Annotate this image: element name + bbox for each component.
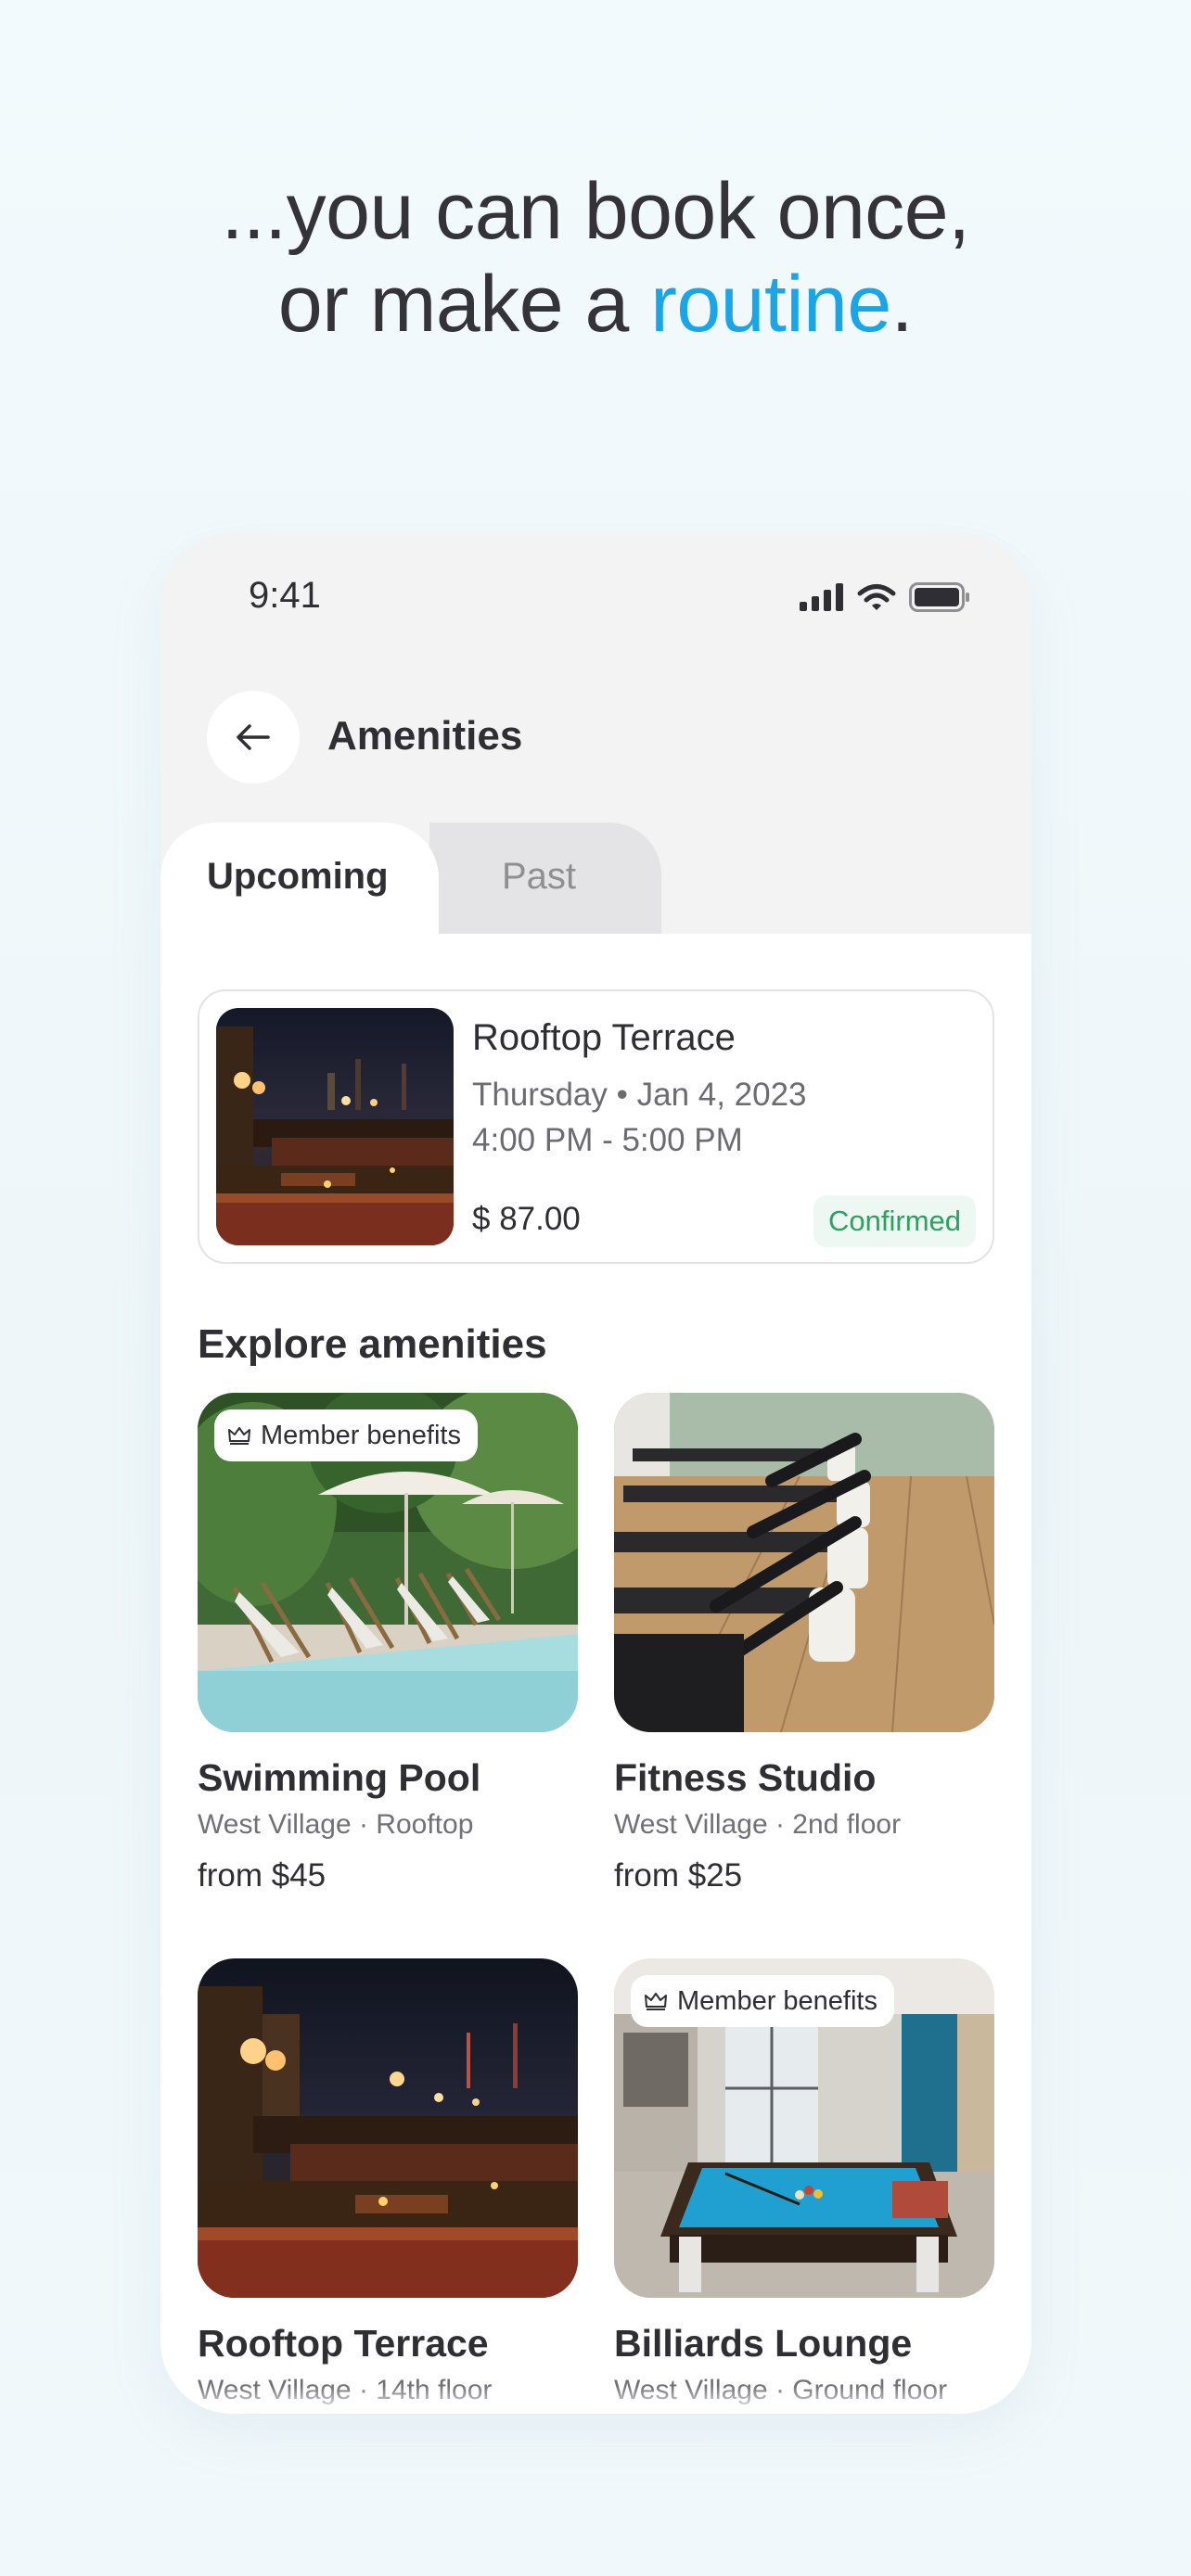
amenity-name: Swimming Pool <box>198 1756 481 1799</box>
booking-thumbnail <box>216 1008 454 1245</box>
member-benefits-label: Member benefits <box>677 1985 877 2016</box>
status-bar: 9:41 <box>160 533 1031 663</box>
status-icons <box>800 581 970 613</box>
status-badge: Confirmed <box>813 1195 976 1247</box>
back-button[interactable] <box>207 691 300 784</box>
amenity-name: Billiards Lounge <box>614 2322 913 2365</box>
member-benefits-label: Member benefits <box>261 1420 461 1450</box>
headline-line-1: ...you can book once, <box>221 167 970 256</box>
status-time: 9:41 <box>249 575 321 616</box>
booking-date: Thursday • Jan 4, 2023 <box>472 1077 807 1113</box>
amenity-card-fitness-studio[interactable]: Fitness Studio West Village · 2nd floor … <box>614 1393 994 1894</box>
headline-prefix: or make a <box>277 260 651 349</box>
amenity-price: from $45 <box>198 1857 327 1894</box>
scroll-fade <box>160 2386 1031 2414</box>
amenity-card-swimming-pool[interactable]: Member benefits Swimming Pool West Villa… <box>198 1393 578 1894</box>
booking-price: $ 87.00 <box>472 1201 581 1237</box>
headline: ...you can book once, or make a routine. <box>0 165 1191 351</box>
amenity-price: from $25 <box>614 1857 743 1894</box>
phone-mockup: 9:41 Amenities Past Upcoming Rooftop Ter… <box>160 533 1031 2414</box>
page-title: Amenities <box>327 713 523 759</box>
member-benefits-badge: Member benefits <box>214 1409 478 1461</box>
amenity-image: Member benefits <box>614 1958 994 2298</box>
tab-bar: Past Upcoming <box>160 823 1031 934</box>
amenity-image: Member benefits <box>198 1393 578 1732</box>
member-benefits-badge: Member benefits <box>631 1975 894 2027</box>
content-area: Rooftop Terrace Thursday • Jan 4, 2023 4… <box>160 934 1031 2414</box>
arrow-left-icon <box>233 717 274 758</box>
amenity-name: Rooftop Terrace <box>198 2322 489 2365</box>
headline-line-2: or make a routine. <box>0 258 1191 351</box>
tab-upcoming[interactable]: Upcoming <box>160 823 439 934</box>
amenity-image <box>198 1958 578 2298</box>
headline-suffix: . <box>890 260 914 349</box>
section-title: Explore amenities <box>198 1321 547 1367</box>
amenity-card-rooftop-terrace[interactable]: Rooftop Terrace West Village · 14th floo… <box>198 1958 578 2406</box>
headline-accent: routine <box>650 260 891 349</box>
crown-icon <box>227 1425 251 1446</box>
amenity-card-billiards-lounge[interactable]: Member benefits Billiards Lounge West Vi… <box>614 1958 994 2406</box>
crown-icon <box>644 1991 668 2011</box>
amenity-location: West Village · Rooftop <box>198 1809 474 1840</box>
battery-icon <box>909 582 970 612</box>
signal-icon <box>800 583 844 611</box>
tab-past[interactable]: Past <box>429 823 661 934</box>
amenity-location: West Village · 2nd floor <box>614 1809 902 1840</box>
wifi-icon <box>857 583 896 611</box>
booking-title: Rooftop Terrace <box>472 1017 736 1058</box>
booking-card[interactable]: Rooftop Terrace Thursday • Jan 4, 2023 4… <box>198 989 994 1264</box>
amenity-image <box>614 1393 994 1732</box>
amenity-name: Fitness Studio <box>614 1756 877 1799</box>
booking-time: 4:00 PM - 5:00 PM <box>472 1122 743 1158</box>
app-header: Amenities <box>160 691 1031 802</box>
